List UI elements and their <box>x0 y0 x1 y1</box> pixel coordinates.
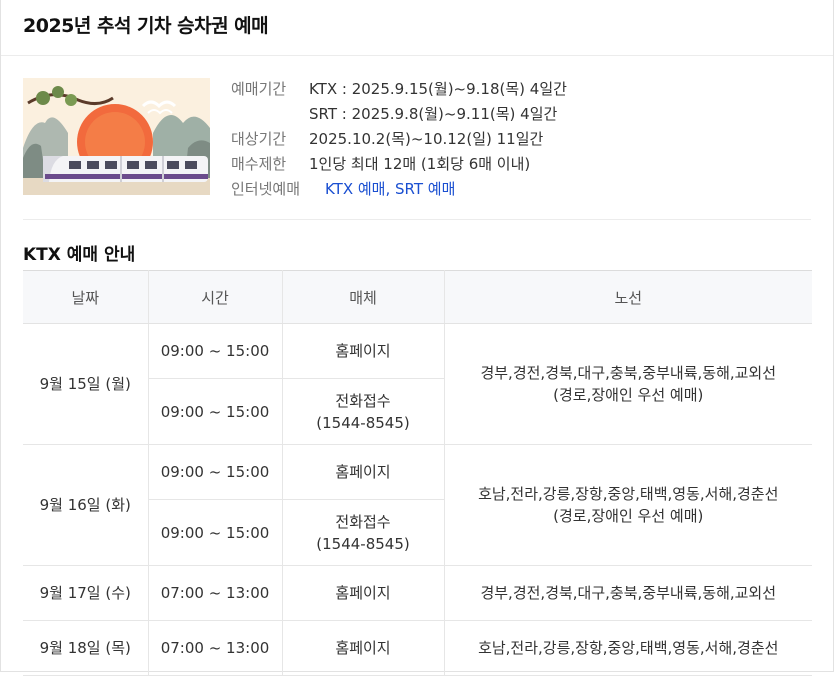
divider <box>23 219 811 220</box>
time-cell: 09:00 ~ 15:00 <box>148 499 283 566</box>
medium-cell: 홈페이지 <box>282 565 445 621</box>
ktx-booking-period: KTX : 2025.9.15(월)~9.18(목) 4일간 <box>309 80 567 98</box>
date-cell: 9월 16일 (화) <box>23 444 149 566</box>
medium-label: 전화접수 <box>335 512 391 531</box>
phone-number: (1544-8545) <box>316 534 410 553</box>
medium-cell: 홈페이지 <box>282 620 445 676</box>
route-lines: 경부,경전,경북,대구,충북,중부내륙,동해,교외선 <box>480 364 777 382</box>
divider <box>1 55 833 56</box>
date-cell: 9월 17일 (수) <box>23 565 149 621</box>
page-title: 2025년 추석 기차 승차권 예매 <box>23 15 269 37</box>
route-note: (경로,장애인 우선 예매) <box>553 386 704 404</box>
date-cell: 9월 18일 (목) <box>23 620 149 676</box>
route-cell: 경부,경전,경북,대구,충북,중부내륙,동해,교외선 (경로,장애인 우선 예매… <box>444 323 812 445</box>
phone-number: (1544-8545) <box>316 413 410 432</box>
ticket-limit: 1인당 최대 12매 (1회당 6매 이내) <box>309 155 531 173</box>
online-booking-label: 인터넷예매 <box>231 180 301 198</box>
target-period: 2025.10.2(목)~10.12(일) 11일간 <box>309 130 544 148</box>
ticket-limit-label: 매수제한 <box>231 155 287 173</box>
target-period-label: 대상기간 <box>231 130 287 148</box>
route-cell: 경부,경전,경북,대구,충북,중부내륙,동해,교외선 <box>444 565 812 621</box>
route-note: (경로,장애인 우선 예매) <box>553 507 704 525</box>
time-cell: 09:00 ~ 15:00 <box>148 323 283 379</box>
date-cell: 9월 15일 (월) <box>23 323 149 445</box>
route-cell: 호남,전라,강릉,장항,중앙,태백,영동,서해,경춘선 (경로,장애인 우선 예… <box>444 444 812 566</box>
booking-period-label: 예매기간 <box>231 80 287 98</box>
header-date: 날짜 <box>23 270 149 324</box>
time-cell: 09:00 ~ 15:00 <box>148 444 283 500</box>
medium-cell: 홈페이지 <box>282 323 445 379</box>
route-lines: 호남,전라,강릉,장항,중앙,태백,영동,서해,경춘선 <box>478 485 779 503</box>
chuseok-ticket-card: 2025년 추석 기차 승차권 예매 예매기간 KTX: 2025.9.15(… <box>0 0 834 676</box>
ktx-schedule-table: 날짜 시간 매체 노선 9월 15일 (월) 09:00 ~ 15:00 홈페이… <box>23 270 812 676</box>
medium-cell: 전화접수 (1544-8545) <box>282 378 445 445</box>
table-row: 9월 15일 (월) 09:00 ~ 15:00 홈페이지 경부,경전,경북,대… <box>23 323 812 445</box>
time-cell: 07:00 ~ 13:00 <box>148 620 283 676</box>
medium-cell: 홈페이지 <box>282 444 445 500</box>
medium-label: 전화접수 <box>335 391 391 410</box>
table-row: 9월 17일 (수) 07:00 ~ 13:00 홈페이지 경부,경전,경북,대… <box>23 565 812 621</box>
time-cell: 07:00 ~ 13:00 <box>148 565 283 621</box>
route-cell: 호남,전라,강릉,장항,중앙,태백,영동,서해,경춘선 <box>444 620 812 676</box>
chuseok-train-illustration <box>23 78 210 195</box>
header-time: 시간 <box>148 270 283 324</box>
online-booking-link[interactable]: KTX 예매, SRT 예매 <box>325 177 455 202</box>
header-medium: 매체 <box>282 270 445 324</box>
table-row: 9월 18일 (목) 07:00 ~ 13:00 홈페이지 호남,전라,강릉,장… <box>23 620 812 676</box>
srt-booking-period: SRT : 2025.9.8(월)~9.11(목) 4일간 <box>309 105 558 123</box>
table-header-row: 날짜 시간 매체 노선 <box>23 270 812 324</box>
section-title: KTX 예매 안내 <box>23 245 136 265</box>
medium-cell: 전화접수 (1544-8545) <box>282 499 445 566</box>
table-row: 9월 16일 (화) 09:00 ~ 15:00 홈페이지 호남,전라,강릉,장… <box>23 444 812 566</box>
header-route: 노선 <box>444 270 812 324</box>
time-cell: 09:00 ~ 15:00 <box>148 378 283 445</box>
